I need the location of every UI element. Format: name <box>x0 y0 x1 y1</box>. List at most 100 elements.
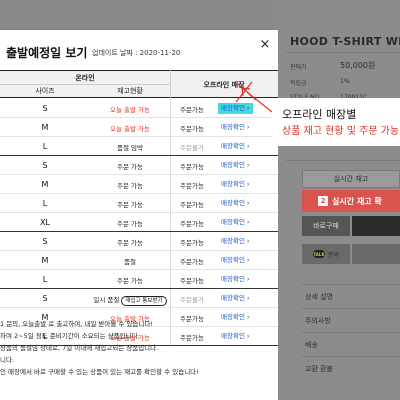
realtime-stock-label: 실시간 재고 확 <box>332 196 382 206</box>
store-check-label: 매장확인 <box>221 313 245 321</box>
divider <box>170 137 171 155</box>
divider <box>302 332 400 333</box>
stock-status-cell: 주문 가능 <box>90 180 170 190</box>
store-check-label: 매장확인 <box>221 218 245 226</box>
stock-status-cell: 품절 <box>90 256 170 266</box>
store-check-label: 매장확인 <box>221 123 245 131</box>
size-cell: M <box>41 123 49 132</box>
store-check-link[interactable]: 매장확인 › <box>218 141 253 152</box>
stock-status-cell: 품절 임박 <box>90 142 170 152</box>
store-check-label: 매장확인 <box>221 180 245 188</box>
order-status-cell: 주문가능 <box>180 258 204 266</box>
divider <box>170 194 171 212</box>
chevron-right-icon: › <box>246 313 250 321</box>
chevron-right-icon: › <box>246 237 250 245</box>
stock-status-cell: 오늘 출발 가능 <box>90 123 170 133</box>
section-detail[interactable]: 상세 설명 <box>305 292 333 302</box>
divider <box>170 232 171 250</box>
divider <box>0 84 170 85</box>
stock-status-cell: 일시 품절 재입고 통보받기 <box>90 294 170 306</box>
store-check-link[interactable]: 매장확인 › <box>218 217 253 228</box>
stock-status-cell: 주문 가능 <box>90 161 170 171</box>
size-cell: L <box>42 142 48 151</box>
buy-now-button[interactable]: 바로구매 <box>302 216 350 236</box>
store-check-label: 매장확인 <box>221 256 245 264</box>
header-online: 온라인 <box>75 74 95 82</box>
stock-status-cell: 주문 가능 <box>90 237 170 247</box>
store-check-link[interactable]: 매장확인 › <box>218 122 253 133</box>
order-status-cell: 주문가능 <box>180 106 204 114</box>
store-check-link[interactable]: 매장확인 › <box>218 160 253 171</box>
store-check-label: 매장확인 <box>221 332 245 340</box>
table-row: L 주문 가능 주문가능 매장확인 › <box>0 270 278 289</box>
price-value: 50,000원 <box>340 61 376 70</box>
stock-status-cell: 오늘 출발 가능 <box>90 104 170 114</box>
divider <box>170 70 171 98</box>
store-check-label: 매장확인 <box>221 275 245 283</box>
note-line: 1 문의, 오늘출발 로 출고하여, 내일 받아볼 수 있습니다! <box>0 320 153 328</box>
size-cell: S <box>42 104 48 113</box>
order-status-cell: 주문가능 <box>180 201 204 209</box>
chevron-right-icon: › <box>246 256 250 264</box>
note-line: 상품의 품절임 상태로, 7일 이내에 재입고되는 상품입니다. <box>0 344 159 352</box>
size-cell: XL <box>40 218 50 227</box>
table-row: L 품절 임박 주문불가 매장확인 › <box>0 137 278 156</box>
divider <box>302 356 400 357</box>
note-line: 니다. <box>0 356 15 364</box>
stock-status-text: 오늘 출발 가능 <box>109 106 150 114</box>
store-check-label: 매장확인 <box>221 142 245 150</box>
store-check-label: 매장확인 <box>221 294 245 302</box>
header-size: 사이즈 <box>35 87 55 95</box>
table-row: S 일시 품절 재입고 통보받기 주문불가 매장확인 › <box>0 289 278 308</box>
note-line: 인 매장에서 바로 구매할 수 있는 상품이 있는 재고를 확인할 수 있습니다… <box>0 368 199 376</box>
store-check-link[interactable]: 매장확인 › <box>218 293 253 304</box>
step-number-badge: 2 <box>318 196 328 206</box>
store-check-link[interactable]: 매장확인 › <box>218 236 253 247</box>
note-line: 하여 2~5일 정도 준비기간이 소요되는 상품입니다. <box>0 332 140 340</box>
order-status-cell: 주문가능 <box>180 125 204 133</box>
order-status-cell: 주문가능 <box>180 182 204 190</box>
header-stock: 재고현황 <box>117 87 143 95</box>
price-label: 판매가 <box>290 64 307 71</box>
stock-status-text: 주문 가능 <box>117 220 143 228</box>
cart-button[interactable] <box>352 216 400 236</box>
order-status-cell: 주문가능 <box>180 163 204 171</box>
callout-subtitle: 상품 재고 현황 및 주문 가능 <box>282 126 400 137</box>
table-row: M 오늘 출발 가능 주문가능 매장확인 › <box>0 118 278 137</box>
points-label: 적립금 <box>290 80 307 87</box>
chevron-right-icon: › <box>246 199 250 207</box>
store-check-label: 매장확인 <box>221 237 245 245</box>
points-value: 1% <box>340 78 350 85</box>
divider <box>170 99 171 117</box>
section-notice[interactable]: 주의사항 <box>305 316 331 326</box>
close-icon[interactable]: × <box>258 38 272 52</box>
order-status-cell: 주문가능 <box>180 220 204 228</box>
section-exchange[interactable]: 교환 환불 <box>305 364 333 374</box>
store-check-link[interactable]: 매장확인 › <box>218 179 253 190</box>
divider <box>170 289 171 307</box>
store-check-link[interactable]: 매장확인 › <box>218 331 253 342</box>
table-row: L 주문 가능 주문가능 매장확인 › <box>0 194 278 213</box>
restock-notify-button[interactable]: 재입고 통보받기 <box>121 296 167 306</box>
table-row: XL 주문 가능 주문가능 매장확인 › <box>0 213 278 232</box>
talk-icon: TALK <box>312 250 325 258</box>
store-check-link[interactable]: 매장확인 › <box>218 255 253 266</box>
divider <box>170 118 171 136</box>
store-check-link[interactable]: 매장확인 › <box>218 274 253 285</box>
wishlist-button[interactable] <box>352 244 400 264</box>
chevron-right-icon: › <box>246 180 250 188</box>
stock-status-text: 품절 <box>124 258 136 266</box>
store-check-link[interactable]: 매장확인 › <box>218 198 253 209</box>
divider <box>170 175 171 193</box>
chevron-right-icon: › <box>246 275 250 283</box>
stock-status-text: 품절 임박 <box>117 144 143 152</box>
divider <box>170 213 171 231</box>
realtime-stock-button[interactable]: 2 실시간 재고 확 <box>302 190 400 212</box>
section-shipping[interactable]: 배송 <box>305 340 318 350</box>
talk-inquiry-button[interactable]: TALK 문의 <box>302 244 350 264</box>
stock-button[interactable]: 실시간 재고 <box>302 170 400 188</box>
order-status-cell: 주문가능 <box>180 315 204 323</box>
order-status-cell: 주문가능 <box>180 334 204 342</box>
store-check-link[interactable]: 매장확인 › <box>218 312 253 323</box>
stock-status-text: 오늘 출발 가능 <box>109 125 150 133</box>
